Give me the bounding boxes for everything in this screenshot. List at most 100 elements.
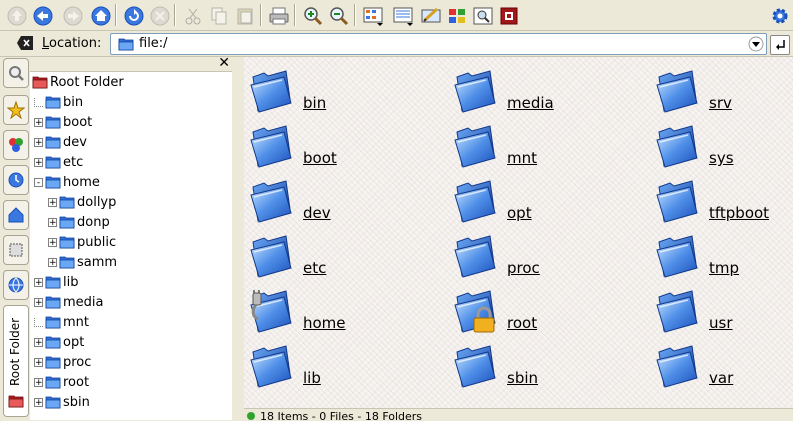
folder-icon: [45, 375, 61, 389]
tree-item-boot[interactable]: + boot: [34, 112, 92, 132]
sidebar-tab-root-folder[interactable]: Root Folder: [3, 305, 29, 417]
file-item-label: etc: [303, 259, 327, 277]
expand-icon[interactable]: +: [34, 337, 43, 347]
tree-item-donp[interactable]: + donp: [48, 212, 110, 232]
tree-item-media[interactable]: + media: [34, 292, 104, 312]
file-item-tftpboot[interactable]: tftpboot: [650, 173, 793, 223]
file-item-lib[interactable]: lib: [244, 338, 434, 388]
detail-view-icon[interactable]: [390, 3, 416, 29]
sidebar-tab-services[interactable]: [3, 58, 29, 88]
copy-icon[interactable]: [206, 3, 232, 29]
panel-splitter[interactable]: [232, 57, 244, 420]
expand-icon[interactable]: +: [48, 257, 57, 267]
up-icon[interactable]: [4, 3, 30, 29]
folder-icon: [45, 275, 61, 289]
expand-icon[interactable]: +: [48, 197, 57, 207]
folder-icon: [656, 69, 698, 113]
file-item-sbin[interactable]: sbin: [448, 338, 638, 388]
collapse-icon[interactable]: -: [34, 177, 43, 187]
folder-icon: [656, 179, 698, 223]
expand-icon[interactable]: +: [34, 297, 43, 307]
expand-icon[interactable]: +: [34, 157, 43, 167]
folder-icon: [250, 344, 292, 388]
location-input[interactable]: file:/: [110, 33, 767, 55]
file-item-root[interactable]: root: [448, 283, 638, 333]
file-item-var[interactable]: var: [650, 338, 793, 388]
expand-icon[interactable]: +: [48, 237, 57, 247]
cut-icon[interactable]: [180, 3, 206, 29]
file-item-home[interactable]: home: [244, 283, 434, 333]
stop-icon[interactable]: [147, 3, 173, 29]
folder-icon: [656, 124, 698, 168]
tree-item-lib[interactable]: + lib: [34, 272, 78, 292]
tree-line: [34, 97, 43, 107]
expand-icon[interactable]: +: [34, 397, 43, 407]
zoom-out-icon[interactable]: [326, 3, 352, 29]
reload-icon[interactable]: [121, 3, 147, 29]
print-icon[interactable]: [266, 3, 292, 29]
tree-item-etc[interactable]: + etc: [34, 152, 83, 172]
tree-item-label: proc: [63, 354, 92, 370]
sidebar-tab-bookmarks[interactable]: [3, 95, 29, 125]
tree-item-home[interactable]: - home: [34, 172, 100, 192]
tree-item-dev[interactable]: + dev: [34, 132, 87, 152]
find-icon[interactable]: [470, 3, 496, 29]
sidebar-tab-history[interactable]: [3, 165, 29, 195]
expand-icon[interactable]: +: [34, 377, 43, 387]
tree-item-root[interactable]: + root: [34, 372, 89, 392]
tree-item-label: media: [63, 294, 104, 310]
file-item-usr[interactable]: usr: [650, 283, 793, 333]
home-icon[interactable]: [88, 3, 114, 29]
expand-icon[interactable]: +: [48, 217, 57, 227]
sidebar-tab-media[interactable]: [3, 130, 29, 160]
file-item-opt[interactable]: opt: [448, 173, 638, 223]
file-item-srv[interactable]: srv: [650, 63, 793, 113]
file-item-sys[interactable]: sys: [650, 118, 793, 168]
expand-icon[interactable]: +: [34, 357, 43, 367]
file-item-label: var: [709, 369, 734, 387]
quit-icon[interactable]: [496, 3, 522, 29]
file-item-bin[interactable]: bin: [244, 63, 434, 113]
sidebar-tab-home[interactable]: [3, 200, 29, 230]
tree-item-label: home: [63, 174, 100, 190]
tree-item-proc[interactable]: + proc: [34, 352, 91, 372]
expand-icon[interactable]: +: [34, 117, 43, 127]
edit-icon[interactable]: [418, 3, 444, 29]
status-text: 18 Items - 0 Files - 18 Folders: [260, 410, 423, 421]
file-item-proc[interactable]: proc: [448, 228, 638, 278]
file-item-mnt[interactable]: mnt: [448, 118, 638, 168]
zoom-in-icon[interactable]: [300, 3, 326, 29]
chevron-down-icon[interactable]: [748, 36, 764, 52]
file-item-dev[interactable]: dev: [244, 173, 434, 223]
folder-icon: [454, 344, 496, 388]
icon-view-icon[interactable]: [360, 3, 386, 29]
forward-icon[interactable]: [60, 3, 86, 29]
windows-icon[interactable]: [444, 3, 470, 29]
tree-item-public[interactable]: + public: [48, 232, 116, 252]
file-item-media[interactable]: media: [448, 63, 638, 113]
folder-icon: [656, 344, 698, 388]
file-item-label: root: [507, 314, 538, 332]
file-item-tmp[interactable]: tmp: [650, 228, 793, 278]
paste-icon[interactable]: [232, 3, 258, 29]
tree-item-bin[interactable]: bin: [34, 92, 83, 112]
settings-icon[interactable]: [767, 3, 793, 29]
clear-location-icon[interactable]: [16, 35, 34, 51]
tree-item-dollyp[interactable]: + dollyp: [48, 192, 116, 212]
tree-item-opt[interactable]: + opt: [34, 332, 84, 352]
file-item-boot[interactable]: boot: [244, 118, 434, 168]
tree-item-samm[interactable]: + samm: [48, 252, 117, 272]
expand-icon[interactable]: +: [34, 277, 43, 287]
tree-item-sbin[interactable]: + sbin: [34, 392, 90, 412]
file-item-etc[interactable]: etc: [244, 228, 434, 278]
tree-item-root[interactable]: Root Folder: [32, 72, 124, 92]
tree-item-label: Root Folder: [50, 74, 124, 90]
back-icon[interactable]: [30, 3, 56, 29]
enter-icon: [776, 40, 785, 50]
close-icon[interactable]: ✕: [218, 55, 230, 71]
expand-icon[interactable]: +: [34, 137, 43, 147]
tree-item-mnt[interactable]: mnt: [34, 312, 89, 332]
sidebar-tab-devices[interactable]: [3, 235, 29, 265]
sidebar-tab-network[interactable]: [3, 270, 29, 300]
go-button[interactable]: [770, 35, 790, 55]
